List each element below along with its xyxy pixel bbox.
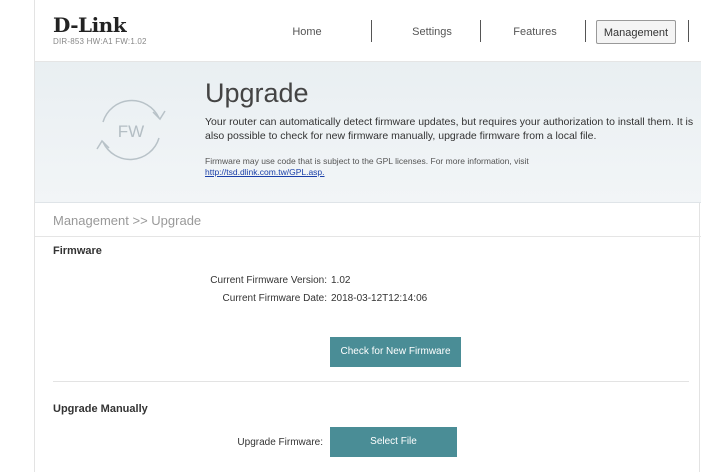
router-page: D-Link DIR-853 HW:A1 FW:1.02 Home Settin… bbox=[34, 0, 701, 472]
check-firmware-button[interactable]: Check for New Firmware bbox=[330, 337, 461, 367]
gpl-note: Firmware may use code that is subject to… bbox=[205, 156, 695, 178]
dlink-logo[interactable]: D-Link bbox=[53, 13, 127, 37]
upgrade-manually-title: Upgrade Manually bbox=[53, 403, 148, 415]
breadcrumb: Management >> Upgrade bbox=[53, 213, 202, 228]
page-title: Upgrade bbox=[205, 78, 309, 108]
nav-separator bbox=[480, 20, 481, 42]
fw-icon-text: FW bbox=[118, 122, 144, 141]
top-header: D-Link DIR-853 HW:A1 FW:1.02 Home Settin… bbox=[35, 0, 701, 62]
nav-features[interactable]: Features bbox=[499, 20, 571, 44]
page-banner: FW Upgrade Your router can automatically… bbox=[35, 62, 701, 203]
upgrade-firmware-label: Upgrade Firmware: bbox=[237, 437, 323, 448]
firmware-section-title: Firmware bbox=[53, 245, 102, 257]
nav-home[interactable]: Home bbox=[277, 20, 337, 44]
model-info: DIR-853 HW:A1 FW:1.02 bbox=[53, 37, 147, 46]
gpl-link[interactable]: http://tsd.dlink.com.tw/GPL.asp. bbox=[205, 167, 325, 177]
section-divider bbox=[53, 381, 689, 382]
page-description: Your router can automatically detect fir… bbox=[205, 116, 694, 142]
gpl-note-text: Firmware may use code that is subject to… bbox=[205, 156, 529, 166]
breadcrumb-divider bbox=[35, 236, 701, 237]
firmware-date-value: 2018-03-12T12:14:06 bbox=[331, 293, 428, 304]
firmware-date-label: Current Firmware Date: bbox=[222, 293, 327, 304]
nav-separator bbox=[688, 20, 689, 42]
firmware-refresh-icon: FW bbox=[96, 99, 166, 161]
nav-separator bbox=[585, 20, 586, 42]
firmware-version-label: Current Firmware Version: bbox=[210, 275, 327, 286]
nav-management[interactable]: Management bbox=[596, 20, 676, 44]
nav-separator bbox=[371, 20, 372, 42]
nav-settings[interactable]: Settings bbox=[397, 20, 467, 44]
firmware-version-value: 1.02 bbox=[331, 275, 351, 286]
select-file-button[interactable]: Select File bbox=[330, 427, 457, 457]
